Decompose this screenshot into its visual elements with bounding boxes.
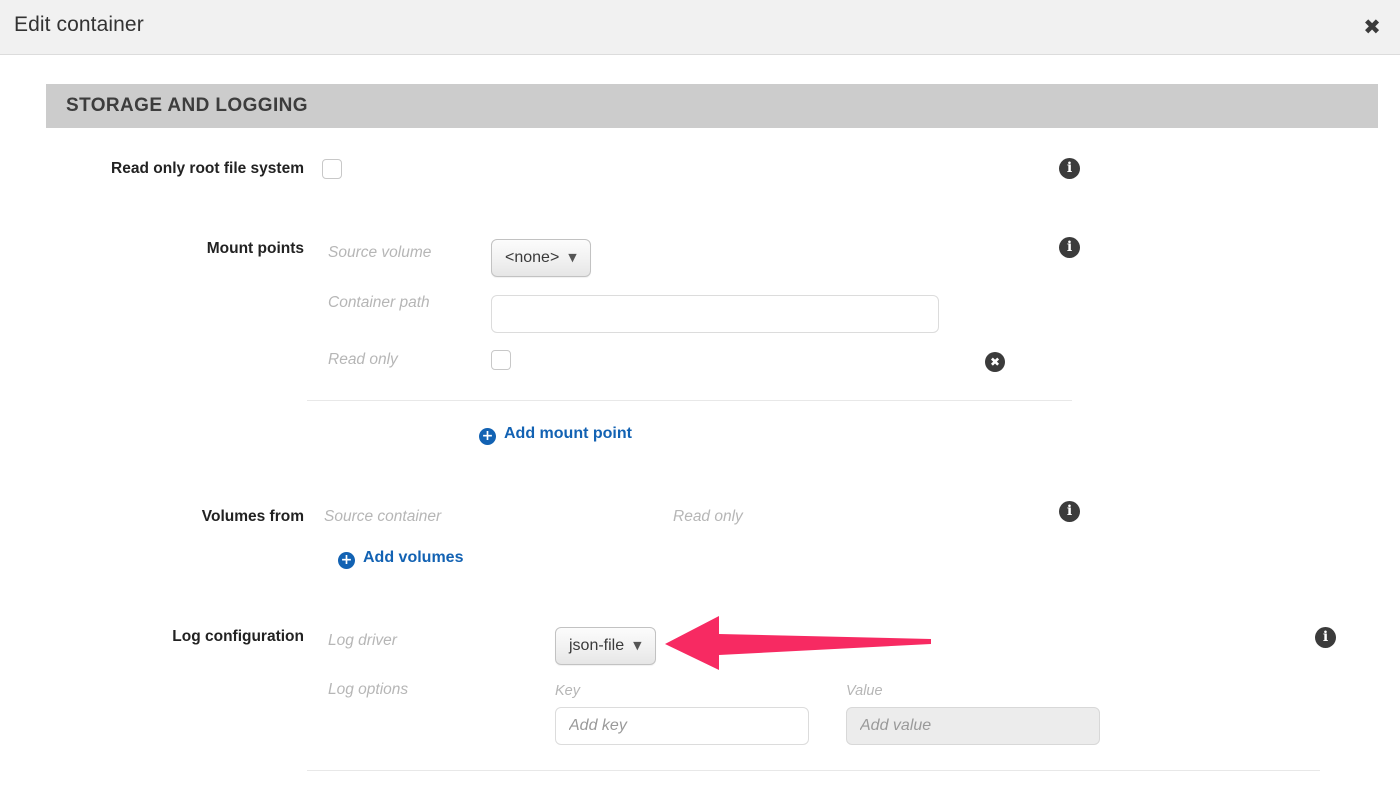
plus-circle-icon: + xyxy=(338,552,355,569)
chevron-down-icon: ▼ xyxy=(633,639,642,652)
add-mount-point-button[interactable]: + Add mount point xyxy=(479,425,632,445)
log-options-value-header: Value xyxy=(846,683,883,699)
log-driver-value: json-file xyxy=(569,637,625,655)
volumes-from-read-only-header: Read only xyxy=(673,508,743,525)
info-icon-log-configuration[interactable]: i xyxy=(1315,627,1336,648)
add-mount-point-label: Add mount point xyxy=(504,425,632,442)
arrow-left-icon xyxy=(665,616,931,670)
mount-point-read-only-label: Read only xyxy=(328,351,398,368)
volumes-from-label: Volumes from xyxy=(201,508,304,525)
info-icon-read-only-root[interactable]: i xyxy=(1059,158,1080,179)
read-only-root-file-system-label: Read only root file system xyxy=(111,160,304,177)
container-path-input[interactable] xyxy=(491,295,939,333)
close-icon[interactable]: ✖ xyxy=(1359,14,1385,40)
mount-point-read-only-checkbox[interactable] xyxy=(491,350,511,370)
info-icon-mount-points[interactable]: i xyxy=(1059,237,1080,258)
info-icon-volumes-from[interactable]: i xyxy=(1059,501,1080,522)
container-path-label: Container path xyxy=(328,294,430,311)
mount-points-label: Mount points xyxy=(206,240,304,257)
source-container-header: Source container xyxy=(324,508,442,525)
log-option-value-input[interactable] xyxy=(846,707,1100,745)
source-volume-dropdown[interactable]: <none> ▼ xyxy=(491,239,591,277)
source-volume-label: Source volume xyxy=(328,244,432,261)
log-option-key-input[interactable] xyxy=(555,707,809,745)
source-volume-value: <none> xyxy=(505,249,560,267)
annotation-arrow xyxy=(663,608,935,670)
section-title: STORAGE AND LOGGING xyxy=(66,95,308,116)
page-title: Edit container xyxy=(14,13,144,36)
modal-header: Edit container ✖ xyxy=(0,0,1400,55)
log-options-key-header: Key xyxy=(555,683,580,699)
chevron-down-icon: ▼ xyxy=(568,251,577,264)
read-only-root-file-system-checkbox[interactable] xyxy=(322,159,342,179)
log-configuration-label: Log configuration xyxy=(172,628,304,645)
add-volumes-label: Add volumes xyxy=(363,549,464,566)
plus-circle-icon: + xyxy=(479,428,496,445)
remove-mount-point-icon[interactable]: ✖ xyxy=(985,352,1005,372)
log-configuration-divider xyxy=(307,770,1320,771)
add-volumes-button[interactable]: + Add volumes xyxy=(338,549,463,569)
mount-points-divider xyxy=(307,400,1072,401)
log-driver-dropdown[interactable]: json-file ▼ xyxy=(555,627,656,665)
log-options-label: Log options xyxy=(328,681,409,698)
log-driver-label: Log driver xyxy=(328,632,397,649)
section-header-storage-and-logging: STORAGE AND LOGGING xyxy=(46,84,1378,128)
